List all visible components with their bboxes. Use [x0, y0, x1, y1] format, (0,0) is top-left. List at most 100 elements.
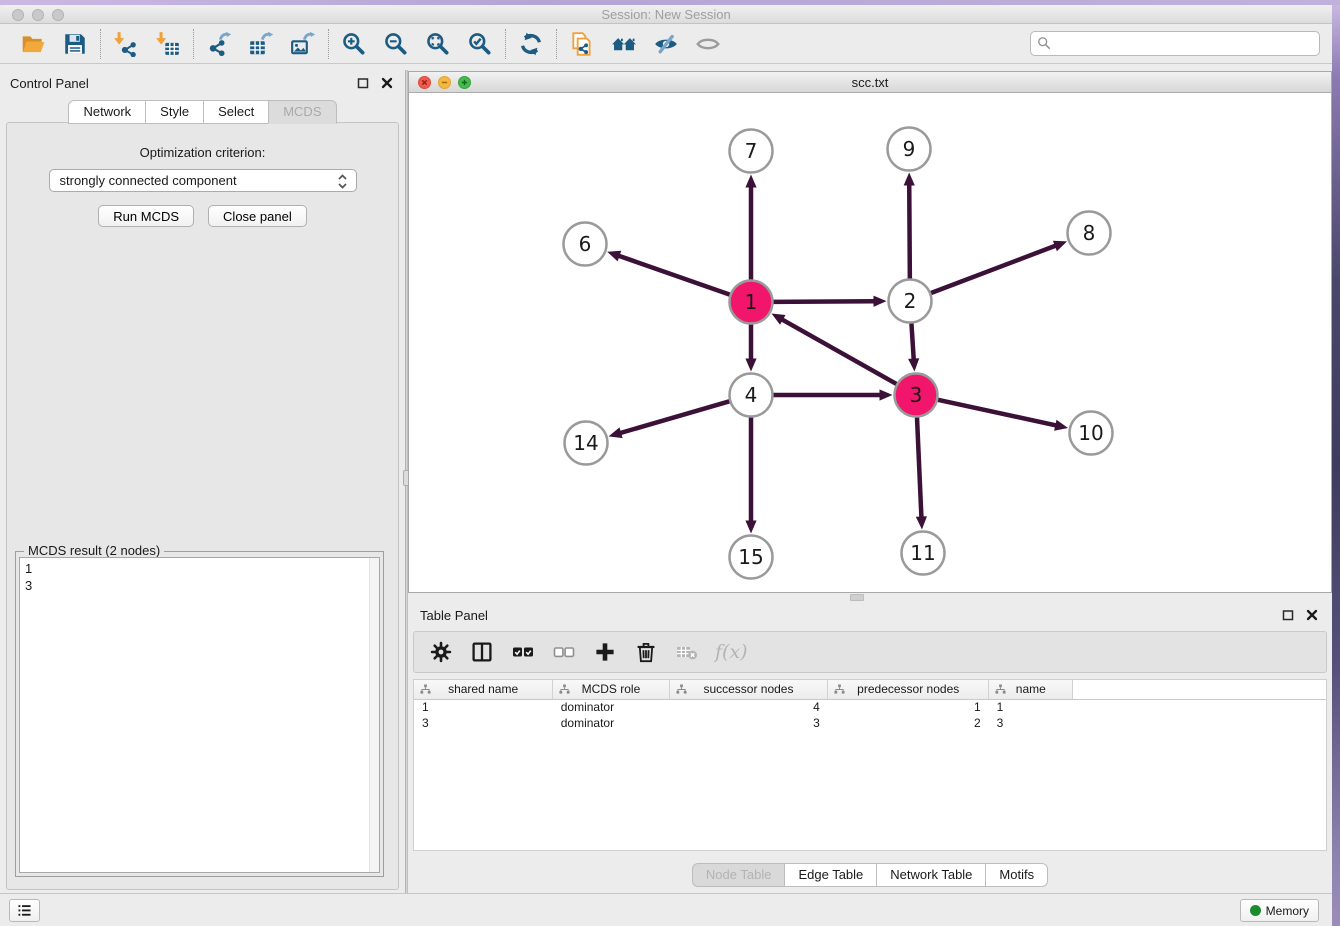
graph-node-label: 14 — [573, 431, 598, 455]
column-header-label: predecessor nodes — [857, 682, 959, 696]
control-panel: Control Panel NetworkStyleSelectMCDS Opt… — [0, 70, 405, 898]
open-session-icon[interactable] — [17, 28, 49, 60]
clone-network-icon[interactable] — [566, 28, 598, 60]
zoom-fit-icon[interactable] — [422, 28, 454, 60]
criterion-dropdown[interactable]: strongly connected component — [49, 169, 357, 192]
toolbar-group — [101, 28, 193, 60]
graph-node-label: 6 — [579, 232, 592, 256]
table-tab-network-table[interactable]: Network Table — [876, 863, 985, 887]
table-cell[interactable]: 4 — [669, 699, 828, 715]
float-panel-icon[interactable] — [355, 75, 371, 91]
table-row[interactable]: 3dominator323 — [414, 715, 1326, 731]
graph-edge-2-8[interactable] — [931, 245, 1057, 293]
close-panel-button[interactable]: Close panel — [208, 205, 307, 227]
close-table-panel-icon[interactable] — [1304, 607, 1320, 623]
search-field-wrap — [1030, 31, 1320, 56]
graph-node-label: 7 — [745, 139, 758, 163]
network-zoom-button[interactable] — [458, 76, 471, 89]
column-header-label: MCDS role — [582, 682, 641, 696]
delete-column-icon[interactable] — [633, 639, 659, 665]
control-panel-tab-network[interactable]: Network — [68, 100, 145, 124]
float-table-panel-icon[interactable] — [1280, 607, 1296, 623]
node-table-card: shared name MCDS role successor nodes prede… — [413, 679, 1327, 851]
add-column-icon[interactable] — [592, 639, 618, 665]
column-header-name[interactable]: name — [989, 680, 1073, 699]
zoom-selected-icon[interactable] — [464, 28, 496, 60]
column-header-MCDS-role[interactable]: MCDS role — [553, 680, 669, 699]
table-tab-node-table[interactable]: Node Table — [692, 863, 785, 887]
table-tab-motifs[interactable]: Motifs — [985, 863, 1048, 887]
graph-edge-3-1[interactable] — [781, 319, 896, 384]
control-panel-tab-select[interactable]: Select — [203, 100, 268, 124]
graph-edge-1-2[interactable] — [773, 301, 875, 302]
column-header-successor-nodes[interactable]: successor nodes — [669, 680, 828, 699]
graph-edge-2-9[interactable] — [909, 183, 910, 278]
panel-list-button[interactable] — [9, 899, 40, 922]
toolbar-group — [8, 28, 100, 60]
desktop-background-right — [1332, 5, 1340, 926]
control-panel-tab-style[interactable]: Style — [145, 100, 203, 124]
export-network-icon[interactable] — [203, 28, 235, 60]
optimization-criterion-label: Optimization criterion: — [7, 145, 398, 160]
mcds-result-text[interactable]: 13 — [19, 557, 380, 873]
home-icon[interactable] — [608, 28, 640, 60]
export-table-icon[interactable] — [245, 28, 277, 60]
memory-button[interactable]: Memory — [1240, 899, 1319, 922]
run-mcds-button[interactable]: Run MCDS — [98, 205, 194, 227]
search-input[interactable] — [1030, 31, 1320, 56]
table-cell[interactable]: 2 — [828, 715, 989, 731]
graph-edge-3-11[interactable] — [917, 417, 921, 518]
criterion-dropdown-value: strongly connected component — [60, 173, 237, 188]
toggle-columns-icon[interactable] — [469, 639, 495, 665]
apply-layout-icon[interactable] — [515, 28, 547, 60]
graph-edge-arrowhead — [745, 359, 756, 372]
table-cell[interactable]: 1 — [414, 699, 553, 715]
table-tab-edge-table[interactable]: Edge Table — [784, 863, 876, 887]
graph-edge-2-3[interactable] — [911, 323, 913, 360]
table-cell[interactable]: 3 — [989, 715, 1073, 731]
column-header-shared-name[interactable]: shared name — [414, 680, 553, 699]
import-network-icon[interactable] — [110, 28, 142, 60]
export-image-icon[interactable] — [287, 28, 319, 60]
table-panel-tabs: Node TableEdge TableNetwork TableMotifs — [408, 863, 1332, 887]
mcds-result-line: 1 — [25, 560, 374, 577]
table-cell-filler — [1073, 715, 1326, 731]
network-close-button[interactable] — [418, 76, 431, 89]
control-panel-tab-mcds[interactable]: MCDS — [268, 100, 336, 124]
hide-selected-icon[interactable] — [650, 28, 682, 60]
table-cell[interactable]: dominator — [553, 699, 669, 715]
column-header-label: successor nodes — [703, 682, 793, 696]
close-panel-icon[interactable] — [379, 75, 395, 91]
show-hidden-icon — [692, 28, 724, 60]
table-row[interactable]: 1dominator411 — [414, 699, 1326, 715]
zoom-out-icon[interactable] — [380, 28, 412, 60]
graph-node-label: 4 — [745, 383, 758, 407]
graph-edge-3-10[interactable] — [938, 400, 1057, 426]
table-cell[interactable]: 3 — [669, 715, 828, 731]
table-settings-icon[interactable] — [428, 639, 454, 665]
table-cell[interactable]: 1 — [828, 699, 989, 715]
graph-edge-arrowhead — [745, 521, 756, 534]
table-cell[interactable]: dominator — [553, 715, 669, 731]
table-panel-title: Table Panel — [420, 608, 1272, 623]
table-panel-header: Table Panel — [408, 602, 1332, 628]
table-cell[interactable]: 3 — [414, 715, 553, 731]
graph-node-label: 2 — [904, 289, 917, 313]
table-cell[interactable]: 1 — [989, 699, 1073, 715]
network-canvas[interactable]: 7968124314101511 — [409, 93, 1331, 592]
column-header-predecessor-nodes[interactable]: predecessor nodes — [828, 680, 989, 699]
zoom-in-icon[interactable] — [338, 28, 370, 60]
mcds-result-scrollbar[interactable] — [369, 558, 379, 872]
save-session-icon[interactable] — [59, 28, 91, 60]
graph-edge-4-14[interactable] — [619, 401, 729, 433]
panel-splitter-horizontal-grip[interactable] — [850, 594, 864, 601]
deselect-all-columns-icon[interactable] — [551, 639, 577, 665]
graph-edge-1-6[interactable] — [618, 255, 730, 294]
select-all-columns-icon[interactable] — [510, 639, 536, 665]
graph-edge-arrowhead — [609, 427, 623, 438]
function-builder-icon: f(x) — [715, 639, 748, 665]
graph-edge-arrowhead — [1053, 241, 1067, 251]
network-minimize-button[interactable] — [438, 76, 451, 89]
memory-status-icon — [1250, 905, 1261, 916]
import-table-icon[interactable] — [152, 28, 184, 60]
